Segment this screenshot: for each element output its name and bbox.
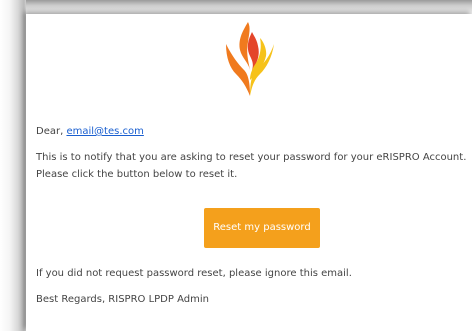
notification-message: This is to notify that you are asking to… bbox=[36, 149, 466, 183]
recipient-email-link[interactable]: email@tes.com bbox=[66, 126, 143, 137]
flame-logo-icon bbox=[226, 22, 274, 96]
ignore-note: If you did not request password reset, p… bbox=[36, 268, 352, 279]
message-line-2: Please click the button below to reset i… bbox=[36, 169, 238, 180]
frame-shadow-left bbox=[0, 0, 26, 331]
message-line-1: This is to notify that you are asking to… bbox=[36, 152, 467, 163]
email-body: Dear, email@tes.com This is to notify th… bbox=[26, 14, 472, 331]
greeting-prefix: Dear, bbox=[36, 126, 67, 137]
signature: Best Regards, RISPRO LPDP Admin bbox=[36, 294, 209, 305]
greeting: Dear, email@tes.com bbox=[36, 123, 144, 140]
reset-password-button[interactable]: Reset my password bbox=[204, 208, 320, 248]
